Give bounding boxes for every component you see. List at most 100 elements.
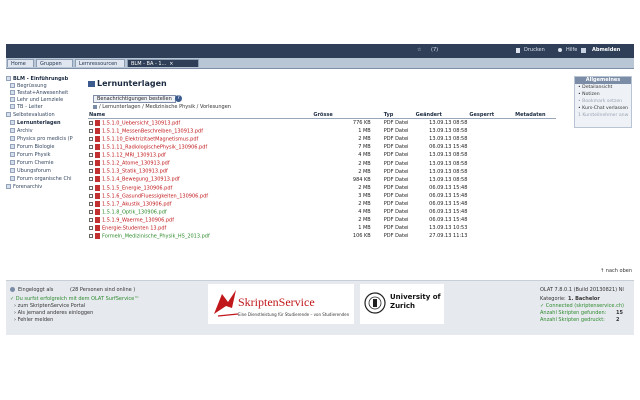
file-link[interactable]: 1.5.1.8_Optik_130906.pdf (102, 209, 167, 215)
scripts-printed-value: 2 (616, 317, 620, 323)
print-icon[interactable] (516, 48, 520, 53)
file-link[interactable]: 1.5.1.0_Uebersicht_130913.pdf (102, 120, 180, 126)
nav-item-self-evaluation[interactable]: Selbstevaluation (6, 112, 82, 119)
file-checkbox[interactable] (89, 128, 93, 133)
file-link[interactable]: 1.5.1.4_Bewegung_130913.pdf (102, 177, 180, 183)
category-value: 1. Bachelor (568, 296, 600, 302)
help-icon[interactable]: ? (175, 95, 182, 102)
pdf-file-icon (95, 144, 100, 151)
file-checkbox[interactable] (89, 177, 93, 182)
file-link[interactable]: 1.5.1.2_Atome_130913.pdf (102, 161, 170, 167)
nav-item-tb-leader[interactable]: TB - Leiter (10, 104, 86, 111)
nav-item-exercise-forum[interactable]: Übungsforum (10, 168, 86, 175)
nav-item-forum-biology[interactable]: Forum Biologie (10, 144, 86, 151)
forum-icon (10, 168, 15, 173)
file-link[interactable]: 1.5.1.3_Statik_130913.pdf (102, 169, 168, 175)
file-checkbox[interactable] (89, 153, 93, 158)
course-icon (6, 76, 11, 81)
notes-link[interactable]: • Notizen (575, 91, 631, 98)
notification-count[interactable]: (7) (431, 47, 438, 53)
file-link[interactable]: 1.5.1.5_Energie_130906.pdf (102, 185, 172, 191)
detail-view-link[interactable]: • Detailansicht (575, 84, 631, 91)
file-type: PDF Datei (383, 233, 409, 240)
tab-course[interactable]: BLM - BA - 1... × (127, 59, 199, 67)
file-link[interactable]: 1.5.1.12_MRI_130913.pdf (102, 153, 166, 159)
file-link[interactable]: 1.5.1.11_RadiologischePhysik_130906.pdf (102, 145, 207, 151)
file-checkbox[interactable] (89, 136, 93, 141)
help-link[interactable]: Hilfe (566, 47, 577, 53)
pdf-file-icon (95, 152, 100, 159)
file-table: Name Grösse Typ Geändert Gesperrt Metada… (88, 112, 556, 240)
nav-item-learning-material[interactable]: Lernunterlagen (10, 120, 86, 127)
tab-groups[interactable]: Gruppen (36, 59, 73, 67)
skripten-subtitle: Eine Dienstleistung für Studierende – vo… (238, 312, 350, 317)
file-link[interactable]: Formeln_Medizinische_Physik_HS_2013.pdf (102, 234, 210, 240)
table-row: 1.5.1.6_GasundFluessigkeiten_130906.pdf 3… (88, 192, 556, 200)
file-link[interactable]: 1.5.1.7_Akustik_130906.pdf (102, 201, 171, 207)
nav-item-welcome[interactable]: Begrüssung (10, 83, 86, 90)
file-type: PDF Datei (383, 225, 409, 232)
file-checkbox[interactable] (89, 185, 93, 190)
logout-icon[interactable] (581, 48, 586, 53)
nav-item-testat[interactable]: Testat+Anwesenheit (10, 90, 86, 97)
nav-item-physics-pro-medicis[interactable]: Physics pro medicis (P (10, 136, 86, 143)
nav-item-forum-archive[interactable]: Forenarchiv (6, 184, 82, 191)
nav-item-course-root[interactable]: BLM - Einführungsb (6, 76, 82, 83)
leave-chat-link[interactable]: • Kurs-Chat verlassen (575, 105, 631, 112)
print-link[interactable]: Drucken (524, 47, 545, 53)
help-icon[interactable] (558, 48, 562, 52)
nav-item-forum-physics[interactable]: Forum Physik (10, 152, 86, 159)
nav-item-archive[interactable]: Archiv (10, 128, 86, 135)
file-link[interactable]: 1.5.1.1_MessenBeschreiben_130913.pdf (102, 128, 203, 134)
file-link[interactable]: 1.5.1.6_GasundFluessigkeiten_130906.pdf (102, 193, 208, 199)
tab-home[interactable]: Home (7, 59, 34, 67)
file-checkbox[interactable] (89, 193, 93, 198)
file-date: 13.09.13 08:58 (429, 176, 468, 183)
file-size: 2 MB (358, 184, 371, 191)
table-row: 1.5.1.4_Bewegung_130913.pdf 984 KB PDF Dat… (88, 176, 556, 184)
file-checkbox[interactable] (89, 209, 93, 214)
set-bookmark-link[interactable]: • Bookmark setzen (575, 98, 631, 105)
skripten-service-status: ✓ Du surfst erfolgreich mit dem OLAT Sur… (10, 296, 140, 302)
tab-learning-resources[interactable]: Lernressourcen (75, 59, 125, 67)
nav-item-forum-chemistry[interactable]: Forum Chemie (10, 160, 86, 167)
file-checkbox[interactable] (89, 120, 93, 125)
online-count[interactable]: (28 Personen sind online ) (70, 287, 135, 293)
nav-item-forum-organic-chemistry[interactable]: Forum organische Chi (10, 176, 86, 183)
file-metadata (514, 119, 556, 128)
close-icon[interactable]: × (169, 61, 173, 67)
skripten-service-logo[interactable]: SkriptenService Eine Dienstleistung für … (208, 284, 354, 324)
file-link[interactable]: Energie:Studenten 13.pdf (102, 226, 166, 232)
file-checkbox[interactable] (89, 201, 93, 206)
pdf-file-icon (95, 233, 100, 240)
file-checkbox[interactable] (89, 169, 93, 174)
nav-item-goals[interactable]: Lehr und Lernziele (10, 97, 86, 104)
login-as-other-link[interactable]: › Als jemand anderes einloggen (14, 310, 93, 316)
pdf-file-icon (95, 176, 100, 183)
report-error-link[interactable]: › Fehler melden (14, 317, 53, 323)
page-icon (10, 97, 15, 102)
file-name-cell: 1.5.1.12_MRI_130913.pdf (88, 151, 312, 159)
file-metadata (514, 159, 556, 167)
file-link[interactable]: 1.5.1.9_Waerme_130906.pdf (102, 217, 174, 223)
forum-icon (10, 160, 15, 165)
file-checkbox[interactable] (89, 226, 93, 231)
file-type: PDF Datei (383, 209, 409, 216)
star-icon[interactable]: ☆ (417, 47, 421, 53)
file-link[interactable]: 1.5.1.10_ElektrizitaetMagnetismus.pdf (102, 136, 198, 142)
skripten-portal-link[interactable]: › zum SkriptenService Portal (14, 303, 85, 309)
page-title: Lernunterlagen (88, 79, 167, 88)
file-checkbox[interactable] (89, 145, 93, 150)
file-size: 7 MB (358, 144, 371, 151)
subscribe-notifications-button[interactable]: Benachrichtigungen bestellen (93, 95, 176, 103)
university-zurich-logo[interactable]: University of Zurich (360, 284, 444, 324)
file-checkbox[interactable] (89, 217, 93, 222)
file-locked (468, 200, 514, 208)
logout-link[interactable]: Abmelden (592, 47, 620, 53)
back-to-top-link[interactable]: ↑ nach oben (600, 268, 632, 274)
scripts-printed-label: Anzahl Skripten gedruckt: (540, 317, 605, 323)
file-locked (468, 135, 514, 143)
file-checkbox[interactable] (89, 161, 93, 166)
forum-icon (10, 152, 15, 157)
file-checkbox[interactable] (89, 234, 93, 239)
